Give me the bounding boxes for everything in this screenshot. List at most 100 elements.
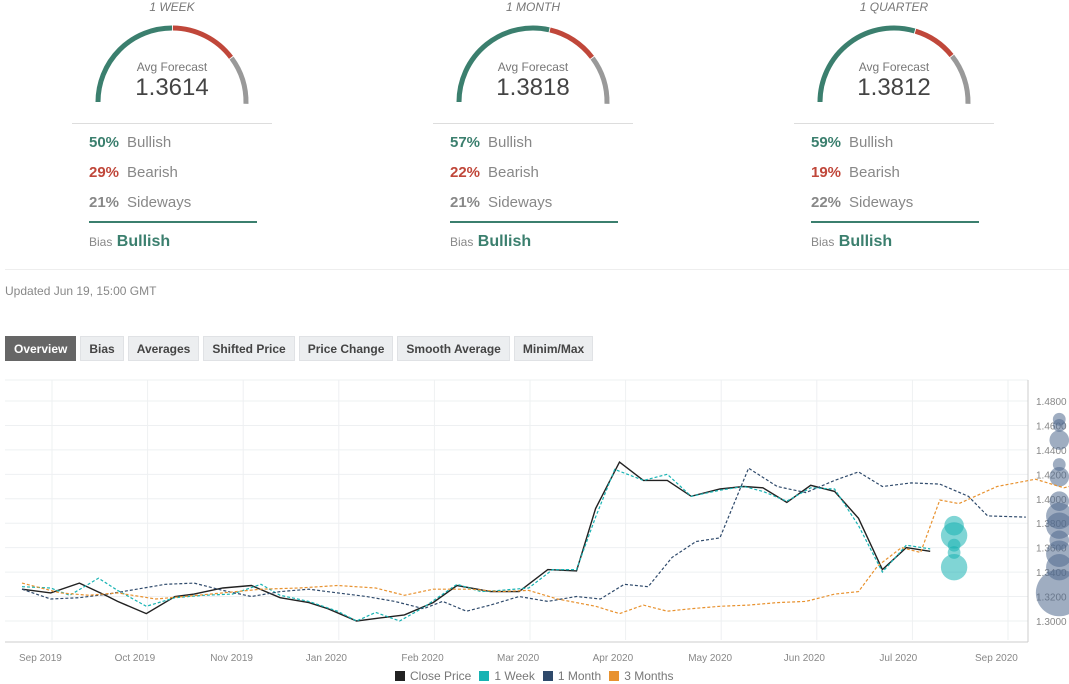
bias: Bias Bullish (450, 233, 531, 251)
bullish-pct: 50% (89, 134, 120, 151)
section-divider (5, 269, 1069, 270)
x-tick-label: Oct 2019 (115, 653, 156, 664)
forecast-chart: 1.48001.46001.44001.42001.40001.38001.36… (5, 379, 1069, 664)
bias-label: Bias (450, 235, 474, 249)
legend-swatch (542, 671, 553, 681)
bias-value: Bullish (838, 233, 893, 250)
legend-swatch (395, 671, 405, 681)
bias: Bias Bullish (89, 233, 170, 251)
sideways-pct: 21% (450, 194, 481, 211)
card-period: 1 QUARTER (859, 0, 929, 14)
gauge-segment-bearish (914, 28, 954, 58)
avg-forecast-label: Avg Forecast (497, 60, 569, 74)
x-tick-label: Mar 2020 (497, 653, 540, 664)
bias-divider (89, 221, 257, 223)
bearish-row: 19% Bearish (811, 164, 900, 181)
bullish-label: Bullish (127, 134, 172, 151)
card-period: 1 WEEK (149, 0, 195, 14)
bearish-row: 22% Bearish (450, 164, 539, 181)
bearish-pct: 19% (811, 164, 842, 181)
series-line-1-week[interactable] (21, 468, 931, 622)
x-tick-label: Jan 2020 (306, 653, 348, 664)
legend-label: 1 Week (494, 669, 535, 683)
bullish-label: Bullish (849, 134, 894, 151)
legend-label: Close Price (410, 669, 472, 683)
legend-item-1-month[interactable]: 1 Month (542, 669, 602, 683)
series-line-1-month[interactable] (21, 467, 1026, 612)
tab-averages[interactable]: Averages (127, 336, 200, 361)
gauge-segment-bearish (172, 25, 234, 59)
bias-divider (450, 221, 618, 223)
updated-timestamp: Updated Jun 19, 15:00 GMT (5, 284, 157, 298)
bias-label: Bias (89, 235, 113, 249)
x-tick-label: Jun 2020 (784, 653, 826, 664)
bearish-pct: 22% (450, 164, 481, 181)
legend-label: 3 Months (624, 669, 674, 683)
x-tick-label: Apr 2020 (593, 653, 634, 664)
chart-legend: Close Price 1 Week 1 Month 3 Months (395, 669, 674, 683)
legend-item-3-months[interactable]: 3 Months (609, 669, 674, 683)
divider (794, 123, 994, 124)
legend-label: 1 Month (557, 669, 602, 683)
x-tick-label: Sep 2019 (19, 653, 62, 664)
tab-smooth-average[interactable]: Smooth Average (397, 336, 510, 361)
forecast-bubble[interactable] (1049, 466, 1069, 487)
bullish-pct: 59% (811, 134, 842, 151)
sideways-label: Sideways (488, 194, 553, 211)
sentiment-gauge: Avg Forecast 1.3812 (814, 20, 974, 110)
tab-bias[interactable]: Bias (80, 336, 124, 361)
bullish-row: 57% Bullish (450, 134, 532, 151)
x-tick-label: May 2020 (688, 653, 732, 664)
x-tick-label: Nov 2019 (210, 653, 253, 664)
divider (72, 123, 272, 124)
sentiment-gauge: Avg Forecast 1.3818 (453, 20, 613, 110)
bearish-row: 29% Bearish (89, 164, 178, 181)
bearish-pct: 29% (89, 164, 120, 181)
bias: Bias Bullish (811, 233, 892, 251)
card-period: 1 MONTH (506, 0, 560, 14)
forecast-bubble[interactable] (1049, 430, 1069, 450)
bearish-label: Bearish (849, 164, 900, 181)
x-tick-label: Feb 2020 (401, 653, 444, 664)
chart-tabs: Overview Bias Averages Shifted Price Pri… (5, 336, 594, 361)
legend-item-1-week[interactable]: 1 Week (479, 669, 535, 683)
avg-forecast-value: 1.3614 (135, 74, 209, 101)
divider (433, 123, 633, 124)
tab-price-change[interactable]: Price Change (298, 336, 394, 361)
gauge-segment-bearish (549, 27, 595, 59)
sideways-row: 21% Sideways (89, 194, 191, 211)
forecast-bubble[interactable] (1052, 419, 1066, 432)
avg-forecast-label: Avg Forecast (136, 60, 208, 74)
bias-value: Bullish (116, 233, 171, 250)
legend-item-close-price[interactable]: Close Price (395, 669, 471, 683)
tab-overview[interactable]: Overview (5, 336, 77, 361)
avg-forecast-value: 1.3812 (857, 74, 931, 101)
bias-value: Bullish (477, 233, 532, 250)
forecast-bubble[interactable] (940, 553, 968, 581)
x-tick-label: Jul 2020 (879, 653, 917, 664)
sentiment-gauge: Avg Forecast 1.3614 (92, 20, 252, 110)
legend-swatch (479, 671, 490, 681)
sideways-row: 21% Sideways (450, 194, 552, 211)
y-tick-label: 1.4800 (1036, 397, 1067, 408)
sideways-pct: 22% (811, 194, 842, 211)
bias-divider (811, 221, 979, 223)
bullish-row: 59% Bullish (811, 134, 893, 151)
bullish-row: 50% Bullish (89, 134, 171, 151)
legend-swatch (609, 671, 620, 681)
sideways-label: Sideways (127, 194, 192, 211)
bias-label: Bias (811, 235, 835, 249)
x-tick-label: Sep 2020 (975, 653, 1018, 664)
y-tick-label: 1.3000 (1036, 617, 1067, 628)
sideways-label: Sideways (849, 194, 914, 211)
tab-minim-max[interactable]: Minim/Max (513, 336, 594, 361)
avg-forecast-value: 1.3818 (496, 74, 570, 101)
series-line-close-price[interactable] (21, 461, 931, 622)
bullish-pct: 57% (450, 134, 481, 151)
avg-forecast-label: Avg Forecast (858, 60, 930, 74)
bullish-label: Bullish (488, 134, 533, 151)
bearish-label: Bearish (127, 164, 178, 181)
tab-shifted-price[interactable]: Shifted Price (203, 336, 295, 361)
sideways-pct: 21% (89, 194, 120, 211)
bearish-label: Bearish (488, 164, 539, 181)
